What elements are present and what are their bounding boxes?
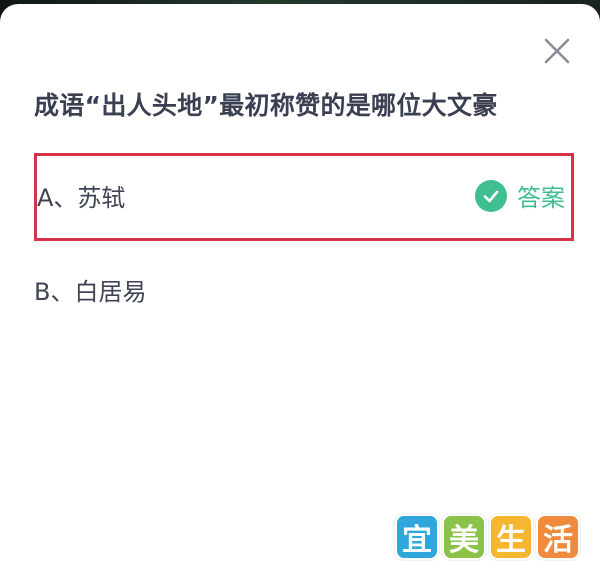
question-title: 成语“出人头地”最初称赞的是哪位大文豪 <box>34 91 498 120</box>
option-a[interactable]: A、苏轼 答案 <box>34 153 574 241</box>
watermark-char: 宜 <box>395 514 439 560</box>
answer-tag: 答案 <box>475 178 565 213</box>
close-icon <box>544 38 570 64</box>
close-button[interactable] <box>540 34 574 68</box>
quiz-sheet: 成语“出人头地”最初称赞的是哪位大文豪 A、苏轼 答案 B、白居易 宜 美 生 … <box>0 4 600 576</box>
watermark-char: 生 <box>489 514 533 560</box>
option-b-label: B、白居易 <box>34 278 147 306</box>
watermark-char: 美 <box>442 514 486 560</box>
option-b[interactable]: B、白居易 <box>34 244 574 332</box>
watermark-logo: 宜 美 生 活 <box>395 514 580 560</box>
option-a-label: A、苏轼 <box>37 184 126 212</box>
check-circle-icon <box>475 179 507 212</box>
answer-label: 答案 <box>517 184 565 212</box>
watermark-char: 活 <box>536 514 580 560</box>
